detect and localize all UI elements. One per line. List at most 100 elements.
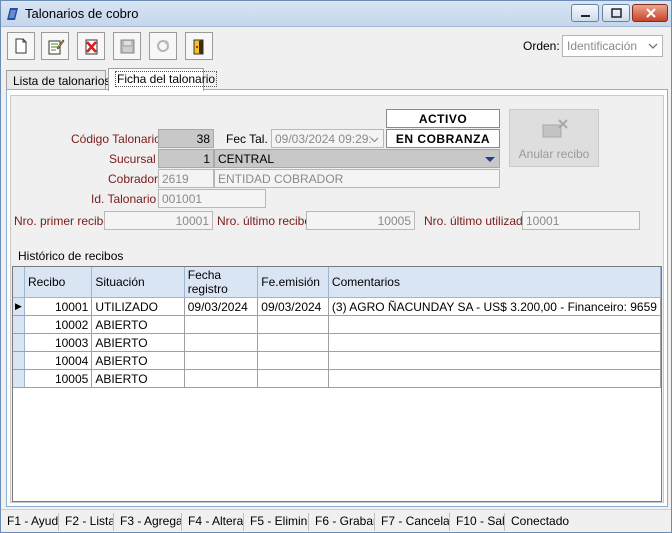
id-talonario-label: Id. Talonario <box>91 192 157 206</box>
cell-comentarios[interactable] <box>328 333 662 352</box>
cell-recibo[interactable]: 10001 <box>24 297 93 316</box>
column-header-comentarios[interactable]: Comentarios <box>328 267 662 298</box>
column-header-fe-emision[interactable]: Fe.emisión <box>257 267 329 298</box>
status-bar: F1 - Ayud F2 - Lista F3 - Agrega F4 - Al… <box>1 509 671 531</box>
table-row[interactable]: 10005 ABIERTO <box>13 369 662 388</box>
statusbar-f1[interactable]: F1 - Ayud <box>1 513 59 531</box>
cell-fecha-registro[interactable] <box>184 369 259 388</box>
statusbar-f2[interactable]: F2 - Lista <box>59 513 114 531</box>
minimize-icon <box>581 15 590 17</box>
statusbar-f10[interactable]: F10 - Salir <box>450 513 505 531</box>
cell-comentarios[interactable]: (3) AGRO ÑACUNDAY SA - US$ 3.200,00 - Fi… <box>328 297 662 316</box>
cell-fe-emision[interactable] <box>257 369 329 388</box>
delete-button[interactable] <box>77 32 105 60</box>
historico-grid[interactable]: Recibo Situación Fecha registro Fe.emisi… <box>12 266 662 502</box>
maximize-button[interactable] <box>602 4 630 22</box>
exit-button[interactable] <box>185 32 213 60</box>
toolbar <box>7 32 213 60</box>
title-bar[interactable]: Talonarios de cobro <box>1 1 671 27</box>
sucursal-select[interactable]: CENTRAL <box>214 149 500 168</box>
cell-fecha-registro[interactable] <box>184 315 259 334</box>
cell-recibo[interactable]: 10005 <box>24 369 93 388</box>
cell-recibo[interactable]: 10002 <box>24 315 93 334</box>
delete-icon <box>85 39 98 55</box>
table-row[interactable]: ▶ 10001 UTILIZADO 09/03/2024 09/03/2024 … <box>13 297 662 316</box>
window-title: Talonarios de cobro <box>25 6 139 21</box>
sucursal-code-field[interactable]: 1 <box>158 149 214 168</box>
anular-recibo-label: Anular recibo <box>518 147 590 161</box>
cell-fecha-registro[interactable] <box>184 351 259 370</box>
save-icon <box>120 39 135 54</box>
cell-situacion[interactable]: ABIERTO <box>91 369 185 388</box>
tab-lista-talonarios[interactable]: Lista de talonarios <box>6 70 110 90</box>
cell-fe-emision[interactable] <box>257 351 329 370</box>
sucursal-name: CENTRAL <box>218 152 275 166</box>
fectal-field[interactable]: 09/03/2024 09:29: <box>271 129 384 148</box>
cell-recibo[interactable]: 10004 <box>24 351 93 370</box>
id-talonario-field[interactable]: 001001 <box>158 189 266 208</box>
cell-fe-emision[interactable]: 09/03/2024 <box>257 297 329 316</box>
ultimo-utilizado-field[interactable]: 10001 <box>522 211 640 230</box>
app-logo-icon <box>7 8 18 20</box>
table-row[interactable]: 10002 ABIERTO <box>13 315 662 334</box>
cell-comentarios[interactable] <box>328 369 662 388</box>
minimize-button[interactable] <box>571 4 599 22</box>
close-button[interactable] <box>632 4 668 22</box>
ultimo-recibo-field[interactable]: 10005 <box>306 211 415 230</box>
column-header-situacion[interactable]: Situación <box>91 267 185 298</box>
primer-recibo-field[interactable]: 10001 <box>104 211 213 230</box>
cell-comentarios[interactable] <box>328 315 662 334</box>
status-activo-badge: ACTIVO <box>386 109 500 128</box>
edit-button[interactable] <box>41 32 69 60</box>
cancel-receipt-icon <box>542 119 568 138</box>
refresh-button[interactable] <box>149 32 177 60</box>
cell-situacion[interactable]: ABIERTO <box>91 351 185 370</box>
statusbar-f3[interactable]: F3 - Agrega <box>114 513 182 531</box>
save-button[interactable] <box>113 32 141 60</box>
new-icon <box>15 38 27 54</box>
fectal-value: 09/03/2024 09:29: <box>275 132 372 146</box>
tab-ficha-talonario[interactable]: Ficha del talonario <box>108 68 218 91</box>
new-button[interactable] <box>7 32 35 60</box>
statusbar-f7[interactable]: F7 - Cancelar <box>375 513 450 531</box>
chevron-down-icon <box>485 157 495 162</box>
table-row[interactable]: 10003 ABIERTO <box>13 333 662 352</box>
cell-situacion[interactable]: ABIERTO <box>91 315 185 334</box>
ultimo-utilizado-label: Nro. último utilizado <box>424 214 530 228</box>
cell-recibo[interactable]: 10003 <box>24 333 93 352</box>
chevron-down-icon <box>370 137 379 143</box>
cell-comentarios[interactable] <box>328 351 662 370</box>
cell-situacion[interactable]: ABIERTO <box>91 333 185 352</box>
tab-label: Ficha del talonario <box>115 71 218 87</box>
row-indicator <box>13 315 25 334</box>
row-indicator-header <box>13 267 25 298</box>
chevron-down-icon <box>648 43 658 49</box>
cell-fecha-registro[interactable]: 09/03/2024 <box>184 297 259 316</box>
primer-recibo-label: Nro. primer recibo <box>14 214 111 228</box>
table-header-row: Recibo Situación Fecha registro Fe.emisi… <box>13 267 662 298</box>
row-indicator <box>13 369 25 388</box>
historico-table: Recibo Situación Fecha registro Fe.emisi… <box>13 267 662 388</box>
cell-situacion[interactable]: UTILIZADO <box>91 297 185 316</box>
statusbar-f6[interactable]: F6 - Grabar <box>309 513 375 531</box>
codigo-field[interactable]: 38 <box>158 129 214 148</box>
orden-label: Orden: <box>523 39 560 53</box>
orden-select[interactable]: Identificación <box>562 35 663 57</box>
cobrador-code-field[interactable]: 2619 <box>158 169 214 188</box>
column-header-recibo[interactable]: Recibo <box>24 267 93 298</box>
cell-fe-emision[interactable] <box>257 333 329 352</box>
cobrador-name-field[interactable]: ENTIDAD COBRADOR <box>214 169 500 188</box>
table-row[interactable]: 10004 ABIERTO <box>13 351 662 370</box>
app-window: Talonarios de cobro Orden: Identificació… <box>0 0 672 533</box>
cell-fecha-registro[interactable] <box>184 333 259 352</box>
column-header-fecha-registro[interactable]: Fecha registro <box>184 267 259 298</box>
exit-icon <box>193 39 204 55</box>
statusbar-f5[interactable]: F5 - Elimina <box>244 513 309 531</box>
ultimo-recibo-label: Nro. último recibo <box>217 214 312 228</box>
cell-fe-emision[interactable] <box>257 315 329 334</box>
anular-recibo-button[interactable]: Anular recibo <box>509 109 599 167</box>
statusbar-f4[interactable]: F4 - Alterar <box>182 513 244 531</box>
tab-label: Lista de talonarios <box>13 74 111 88</box>
refresh-icon <box>157 40 169 52</box>
historico-group-label: Histórico de recibos <box>18 249 124 263</box>
